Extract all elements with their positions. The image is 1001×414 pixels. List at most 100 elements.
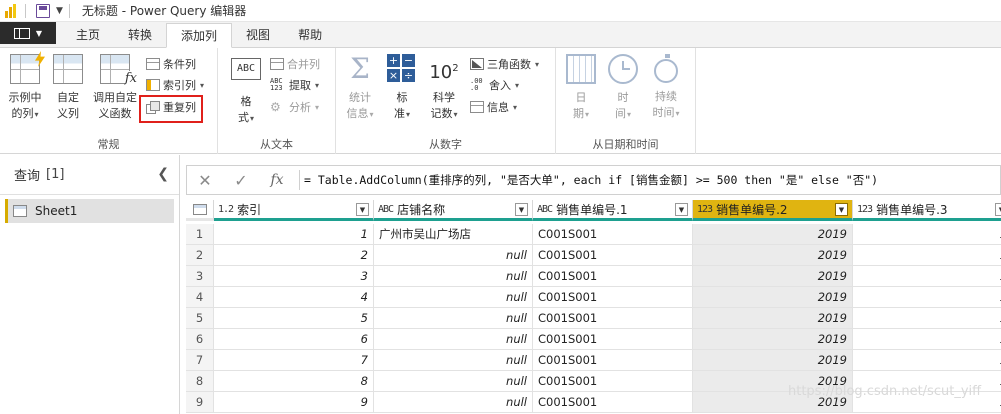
table-cell[interactable]: 2019 [693, 287, 853, 308]
table-cell[interactable]: 4 [214, 287, 374, 308]
watermark: https://blog.csdn.net/scut_yiff [788, 384, 982, 399]
group-number-label: 从数字 [429, 138, 462, 151]
quick-access-dropdown-icon[interactable]: ▼ [56, 6, 63, 16]
calculator-icon: + − × ÷ [387, 54, 415, 82]
column-from-examples-button[interactable]: 示例中 的列▾ [4, 51, 46, 123]
date-button[interactable]: 日 期▾ [564, 54, 598, 123]
parse-button[interactable]: ⚙ 分析 ▾ [270, 97, 319, 117]
filter-dropdown-icon[interactable]: ▼ [835, 203, 848, 216]
table-cell[interactable]: C001S001 [533, 350, 693, 371]
table-cell[interactable]: null [374, 287, 533, 308]
column-type-icon[interactable]: 1.2 [218, 204, 234, 215]
table-cell[interactable]: 1 [853, 308, 1001, 329]
standard-button[interactable]: + − × ÷ 标 准▾ [386, 54, 418, 123]
filter-dropdown-icon[interactable]: ▼ [515, 203, 528, 216]
confirm-formula-icon[interactable]: ✓ [223, 171, 259, 190]
file-menu-button[interactable]: ▼ [0, 22, 56, 44]
conditional-column-button[interactable]: 条件列 [146, 54, 196, 74]
column-header[interactable]: 123 销售单编号.2 ▼ [693, 200, 853, 221]
column-type-icon[interactable]: ABC [378, 204, 394, 215]
table-cell[interactable]: 1 [853, 245, 1001, 266]
table-cell[interactable]: C001S001 [533, 308, 693, 329]
statistics-button[interactable]: Σ 统计 信息▾ [342, 54, 378, 123]
trigonometry-button[interactable]: 三角函数 ▾ [470, 54, 539, 74]
column-type-icon[interactable]: 123 [697, 204, 713, 215]
table-cell[interactable]: 6 [214, 329, 374, 350]
table-cell[interactable]: 2 [214, 245, 374, 266]
rounding-button[interactable]: .00.0 舍入 ▾ [470, 75, 519, 95]
table-cell[interactable]: 2019 [693, 308, 853, 329]
merge-columns-button[interactable]: 合并列 [270, 54, 320, 74]
table-cell[interactable]: 广州市吴山广场店 [374, 224, 533, 245]
table-cell[interactable]: C001S001 [533, 392, 693, 413]
custom-column-button[interactable]: 自定 义列 [50, 54, 86, 122]
table-cell[interactable]: 8 [214, 371, 374, 392]
table-cell[interactable]: null [374, 371, 533, 392]
tab-add-column[interactable]: 添加列 [166, 23, 233, 48]
title-separator [68, 3, 70, 18]
scientific-label-1: 科学 [433, 91, 455, 104]
time-button[interactable]: 时 间▾ [606, 54, 640, 123]
table-cell[interactable]: C001S001 [533, 224, 693, 245]
column-type-icon[interactable]: ABC [537, 204, 553, 215]
table-cell[interactable]: 7 [214, 350, 374, 371]
table-cell[interactable]: null [374, 266, 533, 287]
tab-home[interactable]: 主页 [62, 23, 114, 47]
table-cell[interactable]: null [374, 392, 533, 413]
table-cell[interactable]: null [374, 308, 533, 329]
column-header[interactable]: ABC 销售单编号.1 ▼ [533, 200, 693, 221]
scientific-label-2: 记数▾ [430, 107, 458, 120]
table-cell[interactable]: C001S001 [533, 266, 693, 287]
table-cell[interactable]: 5 [214, 308, 374, 329]
table-cell[interactable]: 1 [853, 266, 1001, 287]
table-cell[interactable]: null [374, 350, 533, 371]
triangle-icon [470, 58, 484, 70]
save-icon[interactable] [36, 3, 50, 18]
file-grid-icon [13, 27, 30, 39]
column-header[interactable]: 1.2 索引 ▼ [214, 200, 374, 221]
table-cell[interactable]: null [374, 329, 533, 350]
table-row: 11广州市吴山广场店C001S00120191 [186, 224, 1001, 245]
table-cell[interactable]: 3 [214, 266, 374, 287]
query-item-sheet1[interactable]: Sheet1 [5, 199, 174, 223]
format-button[interactable]: ABC 格 式▾ [228, 54, 264, 127]
table-corner-menu[interactable] [186, 200, 214, 221]
table-cell[interactable]: 1 [853, 350, 1001, 371]
table-cell[interactable]: 2019 [693, 329, 853, 350]
table-cell[interactable]: C001S001 [533, 371, 693, 392]
table-cell[interactable]: 2019 [693, 350, 853, 371]
rounding-label: 舍入 [489, 79, 511, 92]
information-button[interactable]: 信息 ▾ [470, 97, 517, 117]
fx-icon[interactable]: fx [259, 172, 295, 188]
table-cell[interactable]: 2019 [693, 245, 853, 266]
table-cell[interactable]: 9 [214, 392, 374, 413]
extract-button[interactable]: ABC 123 提取 ▾ [270, 75, 319, 95]
filter-dropdown-icon[interactable]: ▼ [675, 203, 688, 216]
tab-view[interactable]: 视图 [232, 23, 284, 47]
filter-dropdown-icon[interactable]: ▼ [356, 203, 369, 216]
column-type-icon[interactable]: 123 [857, 204, 873, 215]
table-cell[interactable]: 1 [214, 224, 374, 245]
duration-button[interactable]: 持续 时间▾ [646, 54, 686, 122]
table-cell[interactable]: 1 [853, 287, 1001, 308]
column-header[interactable]: ABC 店铺名称 ▼ [374, 200, 533, 221]
scientific-button[interactable]: 102 科学 记数▾ [424, 54, 464, 123]
table-cell[interactable]: 1 [853, 224, 1001, 245]
ribbon-panel: 示例中 的列▾ 自定 义列 fx 调用自定 义函数 条件列 索引列 ▾ 重复列 … [0, 48, 1001, 154]
collapse-icon[interactable]: ❮ [157, 166, 169, 182]
filter-dropdown-icon[interactable]: ▼ [995, 203, 1001, 216]
tab-help[interactable]: 帮助 [284, 23, 336, 47]
tab-transform[interactable]: 转换 [114, 23, 166, 47]
table-cell[interactable]: 2019 [693, 224, 853, 245]
column-header[interactable]: 123销售单编号.3 ▼ [853, 200, 1001, 221]
table-cell[interactable]: C001S001 [533, 287, 693, 308]
index-column-button[interactable]: 索引列 ▾ [146, 75, 204, 95]
invoke-custom-function-button[interactable]: fx 调用自定 义函数 [88, 54, 142, 122]
table-cell[interactable]: null [374, 245, 533, 266]
table-cell[interactable]: 2019 [693, 266, 853, 287]
formula-input[interactable]: = Table.AddColumn(重排序的列, "是否大单", each if… [304, 172, 878, 188]
cancel-formula-icon[interactable]: ✕ [187, 171, 223, 190]
table-cell[interactable]: 1 [853, 329, 1001, 350]
table-cell[interactable]: C001S001 [533, 245, 693, 266]
table-cell[interactable]: C001S001 [533, 329, 693, 350]
